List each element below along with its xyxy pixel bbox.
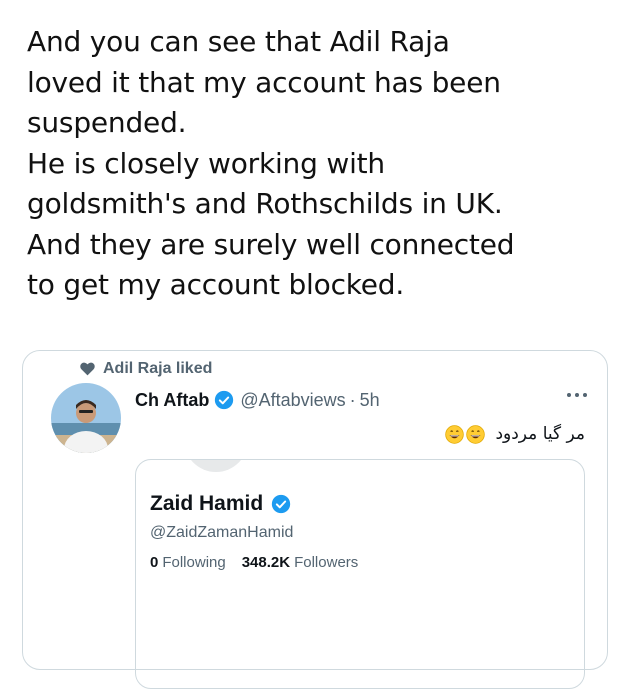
verified-badge-icon bbox=[272, 494, 291, 514]
author-handle[interactable]: @Aftabviews bbox=[240, 390, 345, 411]
quoted-profile-stats: 0 Following 348.2K Followers bbox=[150, 554, 358, 571]
embedded-tweet-card[interactable]: Adil Raja liked Ch Aftab @Aftabviews · 5… bbox=[22, 350, 608, 689]
avatar[interactable] bbox=[51, 383, 121, 453]
grinning-face-icon bbox=[466, 424, 486, 444]
followers-label[interactable]: Followers bbox=[294, 554, 358, 571]
tweet-header: Ch Aftab @Aftabviews · 5h bbox=[135, 387, 380, 413]
following-label[interactable]: Following bbox=[162, 554, 225, 571]
quoted-profile-card[interactable]: Zaid Hamid @ZaidZamanHamid 0 Following 3… bbox=[135, 459, 585, 689]
heart-icon bbox=[80, 362, 95, 376]
tweet-body: مر گیا مردود bbox=[445, 421, 585, 447]
quoted-profile-name-row: Zaid Hamid bbox=[150, 490, 291, 518]
liked-by-row: Adil Raja liked bbox=[80, 359, 213, 379]
author-name[interactable]: Ch Aftab bbox=[135, 390, 209, 411]
quoted-profile-name[interactable]: Zaid Hamid bbox=[150, 492, 263, 516]
grinning-face-icon bbox=[445, 424, 465, 444]
quoted-profile-handle: @ZaidZamanHamid bbox=[150, 524, 294, 541]
post-text: And you can see that Adil Raja loved it … bbox=[27, 25, 515, 301]
liked-by-label: Adil Raja liked bbox=[103, 360, 213, 377]
followers-count[interactable]: 348.2K bbox=[242, 554, 290, 571]
quoted-profile-avatar bbox=[184, 460, 248, 472]
more-options-icon[interactable] bbox=[567, 393, 587, 399]
avatar-image bbox=[51, 383, 121, 453]
tweet-time[interactable]: 5h bbox=[360, 390, 380, 411]
verified-badge-icon bbox=[215, 390, 234, 410]
separator-dot: · bbox=[349, 389, 356, 410]
tweet-body-text: مر گیا مردود bbox=[495, 424, 585, 444]
following-count[interactable]: 0 bbox=[150, 554, 158, 571]
